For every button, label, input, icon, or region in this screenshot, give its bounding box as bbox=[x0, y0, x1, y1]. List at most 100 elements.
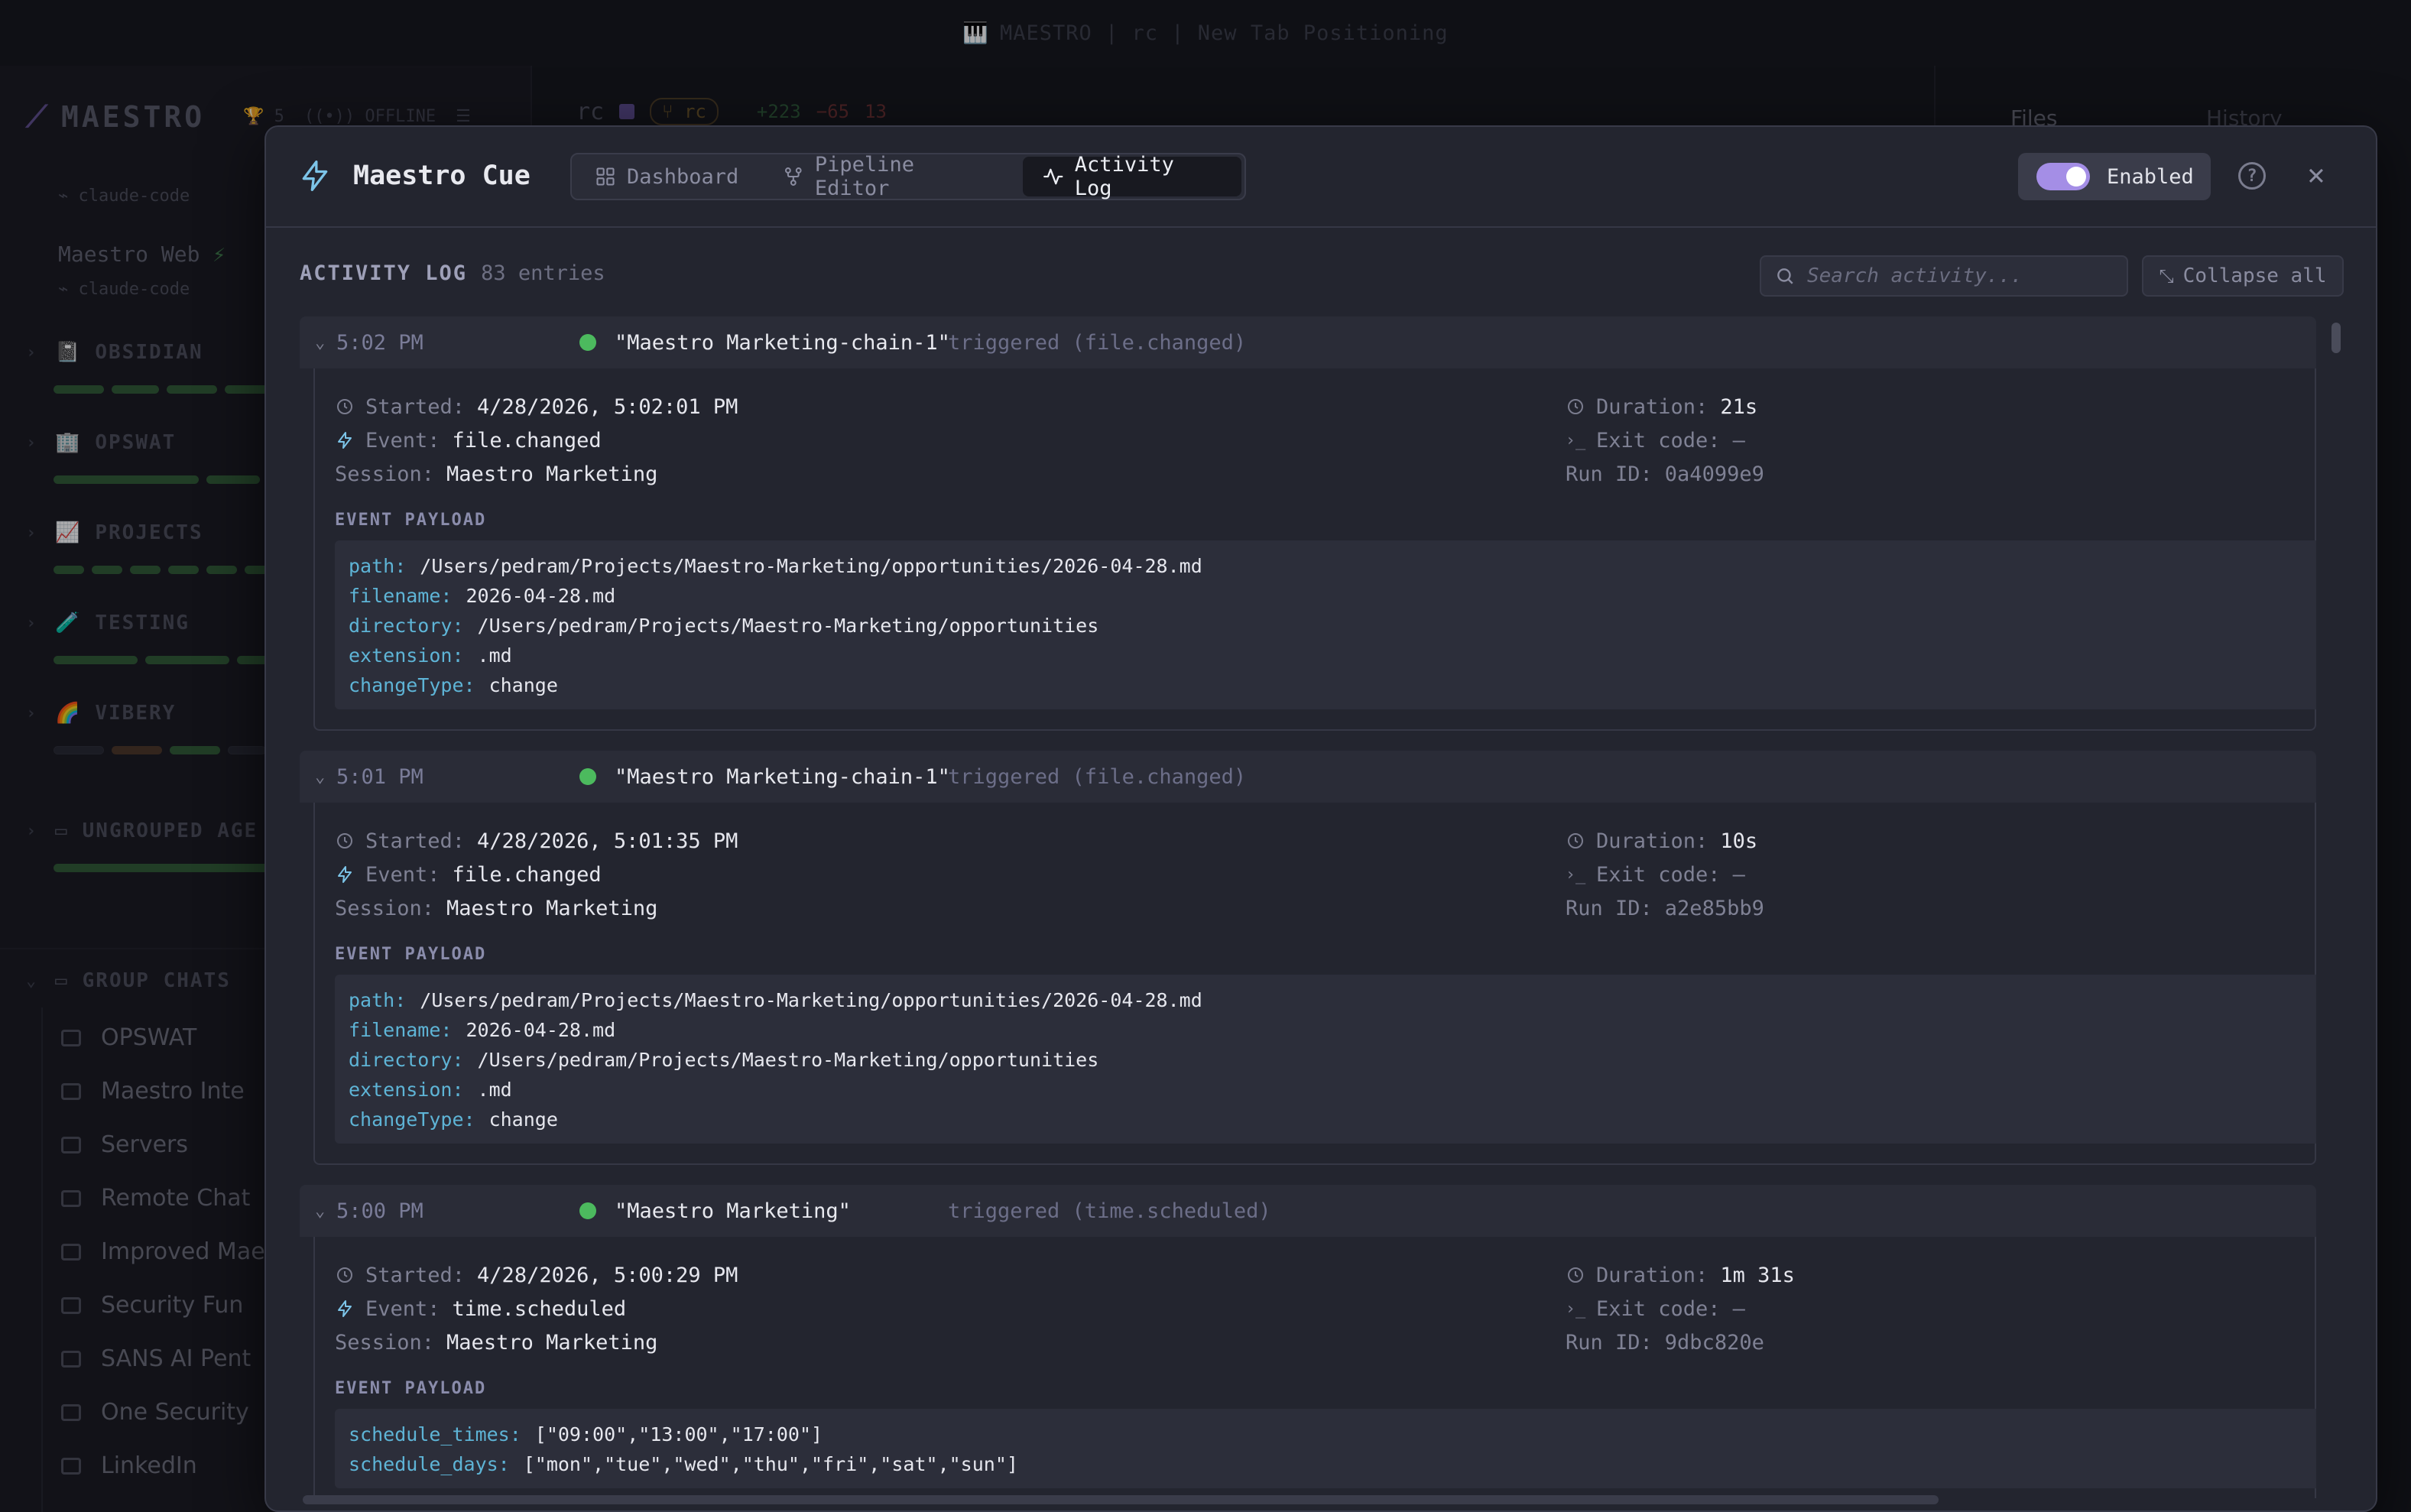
payload-row: directory:/Users/pedram/Projects/Maestro… bbox=[349, 615, 1099, 637]
run-id-row: Run ID: 0a4099e9 bbox=[1566, 462, 1764, 486]
collapse-all-button[interactable]: ⤡ Collapse all bbox=[2142, 255, 2344, 297]
grid-icon bbox=[596, 167, 615, 186]
help-icon[interactable]: ? bbox=[2238, 162, 2266, 190]
event-payload: path:/Users/pedram/Projects/Maestro-Mark… bbox=[335, 540, 2316, 709]
search-input[interactable] bbox=[1807, 264, 2113, 287]
duration-value: 21s bbox=[1720, 394, 1758, 419]
duration-row: Duration: 10s bbox=[1566, 824, 1777, 858]
clock-icon bbox=[335, 831, 355, 851]
entry-details: Started: 4/28/2026, 5:01:35 PM Event: file… bbox=[313, 803, 2316, 1165]
entry-time: 5:01 PM bbox=[336, 764, 423, 789]
event-row: Event: file.changed bbox=[335, 858, 1558, 891]
payload-label: EVENT PAYLOAD bbox=[335, 511, 487, 530]
entry-time: 5:00 PM bbox=[336, 1199, 423, 1223]
bolt-icon bbox=[302, 161, 328, 191]
search-box[interactable] bbox=[1760, 255, 2128, 297]
duration-value: 10s bbox=[1720, 829, 1758, 853]
payload-row: extension: .md bbox=[349, 644, 512, 667]
vertical-scrollbar[interactable] bbox=[2331, 316, 2341, 1498]
tab-dashboard[interactable]: Dashboard bbox=[575, 157, 758, 196]
session-value: Maestro Marketing bbox=[446, 462, 658, 486]
entry-time: 5:02 PM bbox=[336, 330, 423, 355]
started-value: 4/28/2026, 5:01:35 PM bbox=[477, 829, 738, 853]
horizontal-scrollbar[interactable] bbox=[303, 1495, 1939, 1504]
duration-value: 1m 31s bbox=[1720, 1263, 1795, 1287]
event-value: time.scheduled bbox=[452, 1296, 627, 1321]
entry-header[interactable]: ⌄ 5:00 PM "Maestro Marketing" triggered … bbox=[300, 1185, 2316, 1237]
run-id-value: 0a4099e9 bbox=[1664, 462, 1764, 486]
payload-row: path:/Users/pedram/Projects/Maestro-Mark… bbox=[349, 555, 1202, 577]
payload-label: EVENT PAYLOAD bbox=[335, 945, 487, 964]
terminal-icon: ›_ bbox=[1565, 865, 1586, 884]
terminal-icon: ›_ bbox=[1565, 430, 1586, 450]
duration-row: Duration: 1m 31s bbox=[1566, 1258, 1795, 1292]
event-value: file.changed bbox=[452, 862, 602, 887]
run-id-row: Run ID: 9dbc820e bbox=[1566, 1330, 1764, 1355]
activity-entry: ⌄ 5:02 PM "Maestro Marketing-chain-1" tr… bbox=[300, 316, 2316, 731]
collapse-icon: ⤡ bbox=[2159, 265, 2174, 287]
started-row: Started: 4/28/2026, 5:00:29 PM bbox=[335, 1258, 1558, 1292]
entry-details: Started: 4/28/2026, 5:00:29 PM Event: time… bbox=[313, 1237, 2316, 1498]
payload-row: changeType: change bbox=[349, 674, 558, 696]
run-id-row: Run ID: a2e85bb9 bbox=[1566, 896, 1764, 920]
payload-row: filename: 2026-04-28.md bbox=[349, 585, 616, 607]
activity-log-title: ACTIVITY LOG bbox=[300, 261, 468, 285]
exit-code-row: ›_ Exit code: — bbox=[1565, 428, 1745, 453]
entry-name: "Maestro Marketing-chain-1" bbox=[615, 330, 950, 355]
payload-row: filename: 2026-04-28.md bbox=[349, 1019, 616, 1041]
chevron-down-icon: ⌄ bbox=[315, 767, 326, 787]
started-value: 4/28/2026, 5:00:29 PM bbox=[477, 1263, 738, 1287]
session-value: Maestro Marketing bbox=[446, 1330, 658, 1355]
started-row: Started: 4/28/2026, 5:01:35 PM bbox=[335, 824, 1558, 858]
chevron-down-icon: ⌄ bbox=[315, 333, 326, 352]
activity-log-heading: ACTIVITY LOG 83 entries bbox=[300, 261, 605, 285]
started-value: 4/28/2026, 5:02:01 PM bbox=[477, 394, 738, 419]
enabled-toggle-container[interactable]: Enabled bbox=[2018, 153, 2211, 200]
status-dot bbox=[579, 1202, 596, 1219]
run-id-value: a2e85bb9 bbox=[1664, 896, 1764, 920]
activity-list[interactable]: ⌄ 5:02 PM "Maestro Marketing-chain-1" tr… bbox=[300, 316, 2316, 1498]
bolt-icon bbox=[335, 1299, 355, 1319]
tab-pipeline-editor[interactable]: Pipeline Editor bbox=[763, 153, 1018, 200]
maestro-cue-modal: Maestro Cue Dashboard Pipeline Editor Ac… bbox=[264, 125, 2377, 1512]
scrollbar-thumb[interactable] bbox=[2331, 323, 2341, 353]
activity-entry: ⌄ 5:00 PM "Maestro Marketing" triggered … bbox=[300, 1185, 2316, 1498]
payload-row: changeType: change bbox=[349, 1108, 558, 1131]
exit-code-row: ›_ Exit code: — bbox=[1565, 1296, 1745, 1321]
entry-header[interactable]: ⌄ 5:02 PM "Maestro Marketing-chain-1" tr… bbox=[300, 316, 2316, 368]
clock-icon bbox=[335, 397, 355, 417]
entry-trigger: triggered (time.scheduled) bbox=[948, 1199, 1271, 1223]
entry-details: Started: 4/28/2026, 5:02:01 PM Event: file… bbox=[313, 368, 2316, 731]
exit-code-row: ›_ Exit code: — bbox=[1565, 862, 1745, 887]
chevron-down-icon: ⌄ bbox=[315, 1201, 326, 1221]
entry-header[interactable]: ⌄ 5:01 PM "Maestro Marketing-chain-1" tr… bbox=[300, 751, 2316, 803]
event-value: file.changed bbox=[452, 428, 602, 453]
clock-icon bbox=[1566, 1265, 1585, 1285]
session-row: Session: Maestro Marketing bbox=[335, 896, 658, 920]
toggle-label: Enabled bbox=[2107, 164, 2194, 189]
tab-activity-log[interactable]: Activity Log bbox=[1023, 153, 1241, 200]
started-row: Started: 4/28/2026, 5:02:01 PM bbox=[335, 390, 1558, 423]
payload-row: schedule_times: ["09:00","13:00","17:00"] bbox=[349, 1423, 823, 1445]
bolt-icon bbox=[335, 865, 355, 884]
session-value: Maestro Marketing bbox=[446, 896, 658, 920]
entry-name: "Maestro Marketing" bbox=[615, 1199, 851, 1223]
enabled-toggle[interactable] bbox=[2036, 163, 2090, 190]
activity-icon bbox=[1043, 168, 1063, 185]
search-icon bbox=[1777, 268, 1793, 284]
clock-icon bbox=[335, 1265, 355, 1285]
exit-code-value: — bbox=[1732, 1296, 1745, 1321]
modal-header: Maestro Cue Dashboard Pipeline Editor Ac… bbox=[266, 127, 2376, 228]
event-payload: path:/Users/pedram/Projects/Maestro-Mark… bbox=[335, 975, 2316, 1144]
close-icon[interactable]: ✕ bbox=[2301, 157, 2331, 191]
duration-row: Duration: 21s bbox=[1566, 390, 1777, 423]
exit-code-value: — bbox=[1732, 862, 1745, 887]
status-dot bbox=[579, 334, 596, 351]
payload-row: extension: .md bbox=[349, 1079, 512, 1101]
event-row: Event: file.changed bbox=[335, 423, 1558, 457]
modal-title: Maestro Cue bbox=[353, 161, 531, 191]
entry-name: "Maestro Marketing-chain-1" bbox=[615, 764, 950, 789]
payload-row: path:/Users/pedram/Projects/Maestro-Mark… bbox=[349, 989, 1202, 1011]
entry-trigger: triggered (file.changed) bbox=[948, 764, 1247, 789]
event-payload: schedule_times: ["09:00","13:00","17:00"]… bbox=[335, 1409, 2316, 1488]
